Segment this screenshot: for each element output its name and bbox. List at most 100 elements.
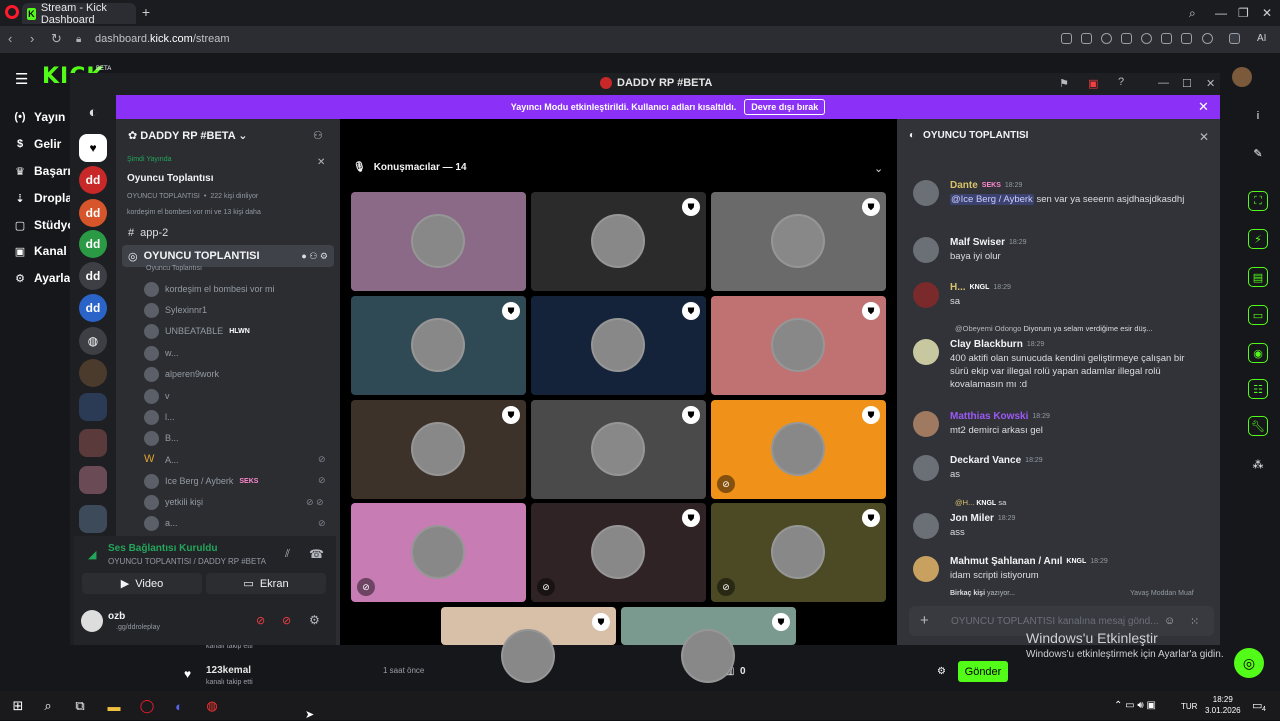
server-folder[interactable] [79, 505, 107, 533]
speaker-tile[interactable]: ⛊ [531, 192, 706, 291]
follower-name[interactable]: 123kemal [206, 665, 251, 676]
task-view-icon[interactable]: ⧉ [71, 697, 89, 715]
flag-icon[interactable]: ⚑ [1059, 77, 1069, 90]
edit-icon[interactable]: ✎ [1248, 143, 1268, 163]
support-icon[interactable]: ◎ [1234, 648, 1264, 678]
clipboard-icon[interactable]: ▤ [1248, 267, 1268, 287]
send-icon[interactable] [1061, 33, 1072, 44]
adblock-icon[interactable] [1101, 33, 1112, 44]
speaker-tile[interactable]: ⛊ [351, 400, 526, 499]
user-name[interactable]: ozb [108, 611, 125, 622]
opera-logo-icon[interactable] [5, 5, 19, 19]
list-icon[interactable]: ☷ [1248, 379, 1268, 399]
screen-share-button[interactable]: ▭ Ekran [206, 573, 326, 594]
speaker-tile[interactable]: ⛊ [441, 607, 616, 683]
voice-user[interactable]: yetkili kişi [144, 492, 203, 512]
voice-user[interactable]: UNBEATABLE HLWN [144, 321, 250, 341]
chat-message[interactable]: Deckard Vance 18:29 as [913, 455, 1213, 485]
live-dismiss-icon[interactable]: ✕ [317, 157, 325, 168]
tray-icons[interactable]: ⌃ ▭ 🔊︎ ▣ [1114, 700, 1156, 711]
heart-icon[interactable] [1141, 33, 1152, 44]
server-heart-icon[interactable]: ♥ [79, 134, 107, 162]
server-dd-2[interactable]: dd [79, 199, 107, 227]
speaker-tile[interactable]: ⛊ [531, 296, 706, 395]
speakers-header[interactable]: 🎙︎ Konuşmacılar — 14 [353, 162, 467, 173]
mention[interactable]: @Ice Berg / Ayberk [950, 194, 1034, 205]
server-dd-5[interactable]: dd [79, 294, 107, 322]
speaker-tile[interactable] [351, 192, 526, 291]
kick-nav-settings[interactable]: ⚙ Ayarla [14, 271, 70, 285]
account-icon[interactable] [1202, 33, 1213, 44]
server-dd-4[interactable]: dd [79, 262, 107, 290]
text-channel-app-2[interactable]: # app-2 [122, 222, 334, 244]
share-nodes-icon[interactable]: ⁂ [1248, 454, 1268, 474]
speaker-tile[interactable]: ⛊ ⊘ [711, 503, 886, 602]
broadcast-signal-icon[interactable]: ◉ [1248, 343, 1268, 363]
input-language[interactable]: TUR [1181, 702, 1197, 711]
sticker-icon[interactable]: ☺ [1164, 615, 1175, 627]
speaker-tile[interactable]: ⊘ [351, 503, 526, 602]
address-url[interactable]: dashboard.kick.com/stream [95, 33, 230, 45]
stage-channel-selected[interactable]: ◎ OYUNCU TOPLANTISI ● ⚇ ⚙ [122, 245, 334, 267]
attach-plus-icon[interactable]: + [920, 612, 929, 629]
speaker-tile[interactable]: ⛊ ⊘ [711, 400, 886, 499]
channel-actions-icon[interactable]: ● ⚇ ⚙ [301, 251, 328, 262]
chat-close-icon[interactable]: ✕ [1199, 130, 1209, 144]
snapshot-icon[interactable] [1181, 33, 1192, 44]
wrench-icon[interactable]: 🔧︎ [1248, 416, 1268, 436]
kick-nav-studio[interactable]: ▢ Stüdyo [14, 218, 75, 232]
collapse-chevron-icon[interactable]: ⌄ [874, 162, 883, 175]
server-item[interactable] [79, 359, 107, 387]
user-avatar[interactable] [81, 610, 103, 632]
kick-nav-revenue[interactable]: $ Gelir [14, 137, 61, 151]
banner-close-icon[interactable]: ✕ [1198, 99, 1209, 115]
discord-home-icon[interactable]: ◐ [79, 98, 107, 126]
disable-streamer-mode-button[interactable]: Devre dışı bırak [744, 99, 826, 115]
notification-icon[interactable]: ▭ [1252, 699, 1262, 712]
chat-settings-icon[interactable]: ⚙ [937, 666, 946, 677]
chat-message[interactable]: H... KNGL 18:29 sa [913, 282, 1213, 312]
app-taskbar-icon[interactable]: ◍ [203, 697, 221, 715]
minimize-icon[interactable]: — [1215, 6, 1227, 20]
reply-preview[interactable]: @H... KNGL sa [955, 498, 1006, 507]
voice-user[interactable]: w... [144, 343, 179, 363]
add-member-icon[interactable]: ⚇ [313, 129, 323, 142]
chat-message[interactable]: Clay Blackburn 18:29 400 aktifi olan sunu… [913, 339, 1213, 397]
live-stage-card[interactable]: Şimdi Yayında ✕ Oyuncu Toplantısı OYUNCU… [122, 153, 334, 223]
speaker-tile[interactable]: ⛊ ⊘ [531, 503, 706, 602]
user-settings-icon[interactable]: ⚙ [309, 613, 320, 627]
clock[interactable]: 18:29 3.01.2026 [1205, 694, 1241, 716]
voice-user[interactable]: alperen9work [144, 364, 219, 384]
kick-nav-channel[interactable]: ▣ Kanal [14, 244, 67, 258]
back-icon[interactable]: ‹ [8, 31, 12, 46]
close-window-icon[interactable]: ✕ [1262, 6, 1272, 20]
chat-bubble-icon[interactable]: ▭ [1248, 305, 1268, 325]
help-icon[interactable]: ? [1118, 76, 1124, 88]
server-dd-1[interactable]: dd [79, 166, 107, 194]
disconnect-icon[interactable]: ☎ [309, 547, 324, 561]
discord-minimize-icon[interactable]: — [1158, 77, 1169, 89]
chat-message[interactable]: Jon Miler 18:29 ass [913, 513, 1213, 543]
server-globe-icon[interactable]: ◍ [79, 327, 107, 355]
speaker-tile[interactable]: ⛊ [711, 296, 886, 395]
info-icon[interactable]: i [1248, 106, 1268, 126]
player-icon[interactable] [1121, 33, 1132, 44]
download-icon[interactable] [1161, 33, 1172, 44]
voice-user[interactable]: Ice Berg / Ayberk SEKS [144, 471, 258, 491]
voice-user[interactable]: l... [144, 407, 175, 427]
server-folder[interactable] [79, 429, 107, 457]
kick-nav-stream[interactable]: (•) Yayın [14, 110, 65, 124]
speaker-tile[interactable]: ⛊ [621, 607, 796, 683]
forward-icon[interactable]: › [30, 31, 34, 46]
discord-close-icon[interactable]: ✕ [1206, 77, 1215, 90]
apps-icon[interactable]: ⁙ [1190, 615, 1199, 628]
server-folder[interactable] [79, 393, 107, 421]
browser-tab[interactable]: K Stream - Kick Dashboard [22, 2, 136, 26]
discord-taskbar-icon[interactable]: ◐ [170, 697, 188, 715]
mic-muted-icon[interactable]: ⊘ [256, 614, 265, 627]
search-tabs-icon[interactable]: ⌕ [1189, 6, 1196, 21]
reply-preview[interactable]: @Obeyemi Odongo Diyorum ya selam verdiği… [955, 324, 1225, 333]
aria-icon[interactable]: AI [1257, 33, 1266, 44]
server-name-header[interactable]: ✿ DADDY RP #BETA ⌄ [128, 129, 248, 142]
deafened-icon[interactable]: ⊘ [282, 614, 291, 627]
